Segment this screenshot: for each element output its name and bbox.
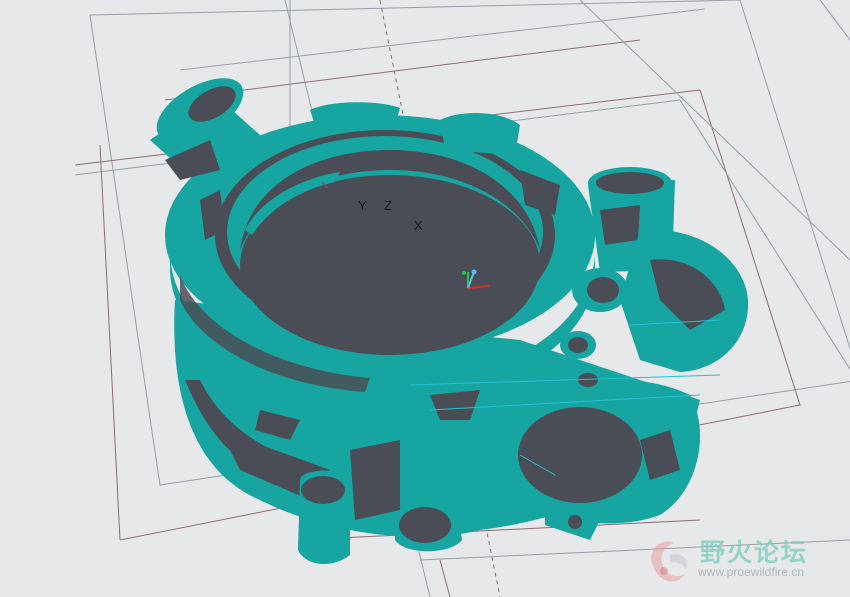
csys-label-y: Y (358, 198, 367, 213)
mount-boss-1-hole (587, 277, 619, 303)
datum-line-11 (819, 0, 850, 41)
csys-label-z: Z (384, 198, 392, 213)
datum-line-9 (419, 539, 850, 561)
model-scene[interactable]: Y Z X (0, 0, 850, 597)
datum-line-10 (439, 559, 451, 597)
datum-line-3 (99, 144, 121, 541)
mount-boss-3-hole (578, 373, 598, 387)
right-upper-pipe-hole (596, 172, 664, 194)
front-boss-left-top (301, 476, 345, 504)
pump-housing-model[interactable] (146, 65, 749, 565)
top-boss (440, 113, 520, 155)
csys-label-x: X (414, 218, 423, 233)
front-boss-center-hole (399, 507, 451, 543)
datum-line-1 (179, 8, 706, 71)
right-upper-pipe-shadow (600, 205, 640, 245)
mount-boss-2-hole (568, 337, 588, 353)
graphics-viewport[interactable]: Y Z X 野火论坛 www.proewildfire.cn (0, 0, 850, 597)
front-web-shadow (350, 440, 400, 520)
lug-hole (568, 515, 582, 529)
right-lower-flange-bore (518, 407, 642, 503)
top-rim-boss (310, 102, 400, 125)
